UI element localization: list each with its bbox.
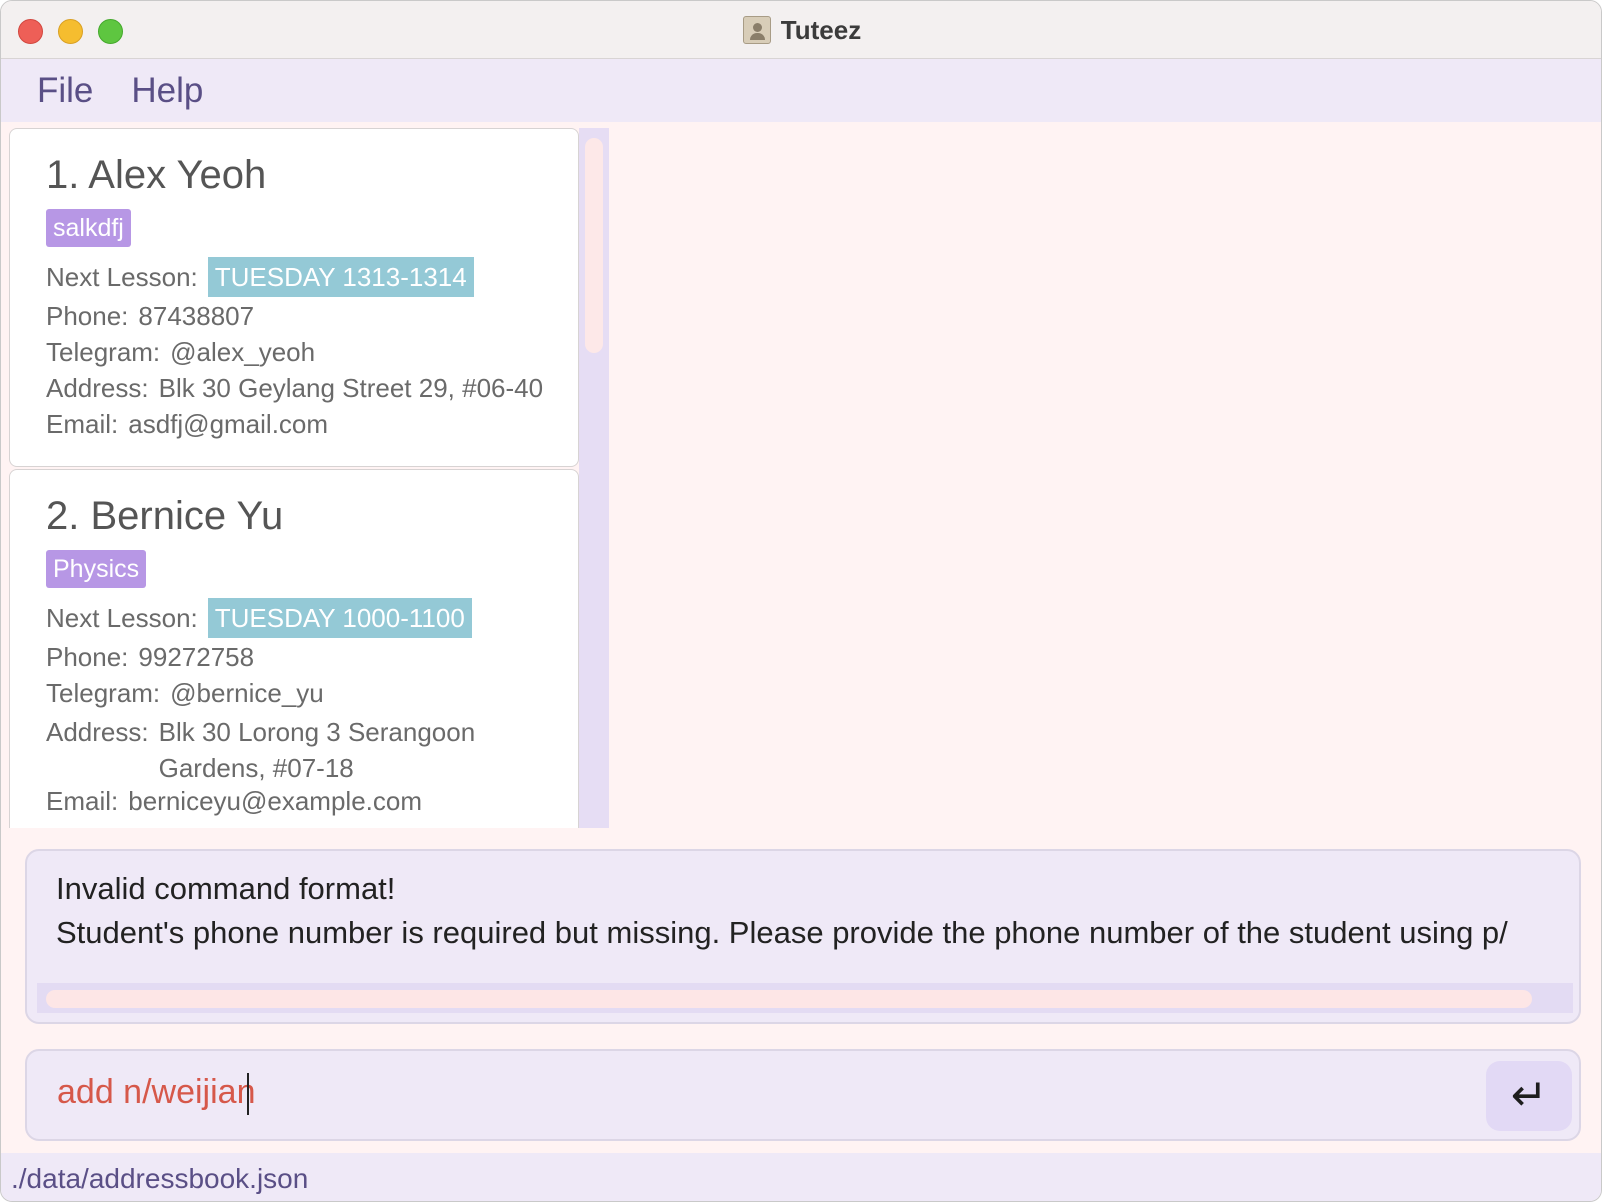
next-lesson-row: Next Lesson: TUESDAY 1000-1100 (46, 598, 472, 638)
title-bar: Tuteez (1, 1, 1601, 59)
result-line-1: Invalid command format! (56, 871, 396, 906)
student-name: 2. Bernice Yu (46, 494, 284, 538)
phone-value: 99272758 (138, 642, 255, 672)
phone-row: Phone: 99272758 (46, 642, 254, 673)
window-title: Tuteez (780, 14, 862, 45)
result-display: Invalid command format! Student's phone … (25, 849, 1581, 1024)
command-input[interactable] (57, 1073, 1417, 1112)
list-scrollbar-thumb[interactable] (585, 138, 603, 353)
phone-label: Phone: (46, 301, 129, 331)
text-cursor (247, 1073, 249, 1115)
enter-button[interactable]: ↵ (1486, 1061, 1572, 1131)
email-value: asdfj@gmail.com (128, 409, 329, 439)
student-name: 1. Alex Yeoh (46, 153, 267, 197)
phone-label: Phone: (46, 642, 129, 672)
result-scrollbar[interactable] (37, 983, 1573, 1013)
enter-icon: ↵ (1510, 1070, 1548, 1121)
next-lesson-badge: TUESDAY 1313-1314 (207, 257, 474, 297)
menu-help[interactable]: Help (131, 71, 203, 111)
address-row: Address: Blk 30 Lorong 3 Serangoon Garde… (46, 714, 475, 786)
address-row: Address: Blk 30 Geylang Street 29, #06-4… (46, 373, 543, 404)
next-lesson-label: Next Lesson: (46, 602, 198, 633)
telegram-value: @alex_yeoh (170, 337, 316, 367)
student-card[interactable]: 2. Bernice Yu Physics Next Lesson: TUESD… (9, 469, 579, 828)
command-box: ↵ (25, 1049, 1581, 1141)
address-label: Address: (46, 373, 149, 403)
student-tag: salkdfj (46, 209, 131, 247)
telegram-row: Telegram: @bernice_yu (46, 678, 324, 709)
phone-row: Phone: 87438807 (46, 301, 254, 332)
result-scrollbar-thumb[interactable] (46, 990, 1532, 1008)
file-path-status: ./data/addressbook.json (11, 1163, 309, 1194)
address-label: Address: (46, 717, 149, 747)
email-row: Email: berniceyu@example.com (46, 786, 422, 817)
next-lesson-badge: TUESDAY 1000-1100 (207, 598, 472, 638)
telegram-row: Telegram: @alex_yeoh (46, 337, 315, 368)
menu-file[interactable]: File (37, 71, 93, 111)
address-value: Blk 30 Geylang Street 29, #06-40 (158, 373, 544, 403)
student-card[interactable]: 1. Alex Yeoh salkdfj Next Lesson: TUESDA… (9, 128, 579, 467)
address-value: Blk 30 Lorong 3 Serangoon Gardens, #07-1… (159, 714, 476, 786)
telegram-label: Telegram: (46, 337, 161, 367)
app-window: Tuteez File Help 1. Alex Yeoh salkdfj Ne… (0, 0, 1602, 1202)
address-line-2: Gardens, #07-18 (158, 753, 354, 783)
email-label: Email: (46, 409, 119, 439)
next-lesson-label: Next Lesson: (46, 261, 198, 292)
next-lesson-row: Next Lesson: TUESDAY 1313-1314 (46, 257, 474, 297)
address-book-icon (742, 16, 771, 44)
student-list: 1. Alex Yeoh salkdfj Next Lesson: TUESDA… (9, 128, 579, 828)
email-value: berniceyu@example.com (128, 786, 422, 816)
status-bar: ./data/addressbook.json (1, 1153, 1601, 1201)
telegram-value: @bernice_yu (170, 678, 324, 708)
menu-bar: File Help (1, 59, 1601, 122)
list-scrollbar[interactable] (579, 128, 609, 828)
title-wrap: Tuteez (1, 1, 1601, 59)
address-line-1: Blk 30 Lorong 3 Serangoon (158, 717, 476, 747)
telegram-label: Telegram: (46, 678, 161, 708)
result-line-2: Student's phone number is required but m… (56, 915, 1508, 950)
email-row: Email: asdfj@gmail.com (46, 409, 328, 440)
email-label: Email: (46, 786, 119, 816)
student-tag: Physics (46, 550, 147, 588)
phone-value: 87438807 (138, 301, 255, 331)
